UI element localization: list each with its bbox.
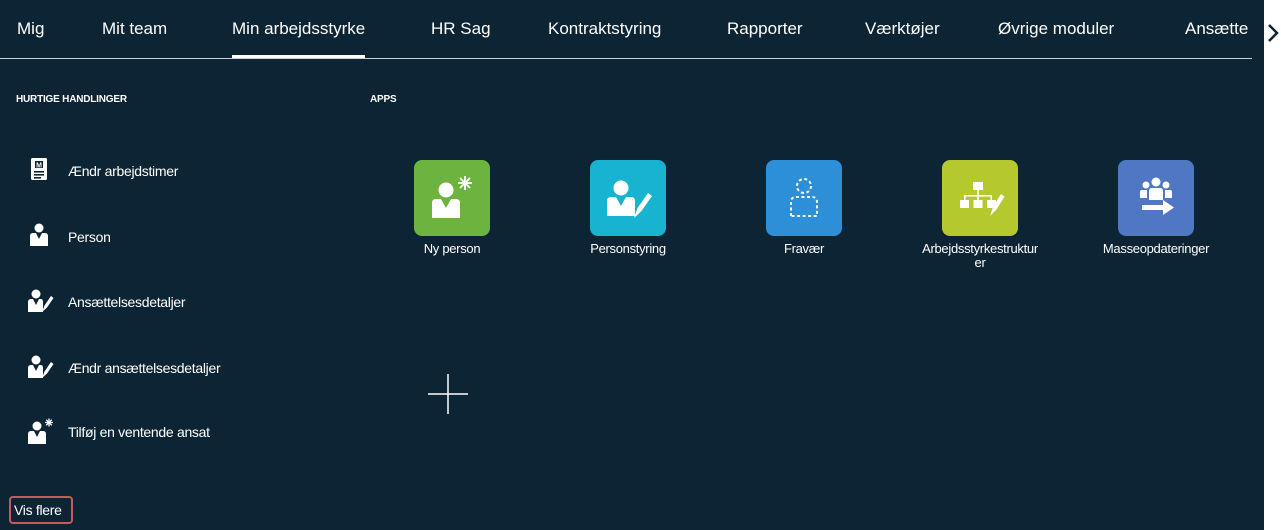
add-app-button[interactable] [428,374,468,414]
person-asterisk-icon [28,418,54,446]
app-label: Masseopdateringer [1102,241,1210,256]
tab-hr-sag[interactable]: HR Sag [431,19,491,39]
tab-ansaette[interactable]: Ansætte [1185,19,1252,39]
side-strip [1264,0,1281,530]
quick-action-change-working-hours[interactable]: M Ændr arbejdstimer [28,157,258,187]
person-edit-icon [28,354,54,382]
quick-action-label: Tilføj en ventende ansat [68,424,210,440]
badge-person-icon: M [28,157,54,185]
svg-text:M: M [36,163,42,170]
plus-icon [428,374,468,418]
app-label: Arbejdsstyrkestrukturer [922,241,1038,270]
apps-title: APPS [370,94,397,105]
chevron-right-icon [1266,24,1280,48]
app-person-management[interactable]: Personstyring [568,160,688,256]
top-navigation: Mig Mit team Min arbejdsstyrke HR Sag Ko… [0,0,1252,59]
nav-next-button[interactable] [1266,22,1280,44]
quick-action-label: Ændr ansættelsesdetaljer [68,360,221,376]
app-label: Fravær [783,241,825,256]
quick-actions-title: HURTIGE HANDLINGER [16,94,127,105]
person-icon [28,223,54,251]
tab-kontraktstyring[interactable]: Kontraktstyring [548,19,661,39]
quick-action-add-pending-worker[interactable]: Tilføj en ventende ansat [28,418,258,448]
quick-action-label: Ansættelsesdetaljer [68,294,186,310]
show-more-button[interactable]: Vis flere [9,496,73,524]
quick-action-label: Ændr arbejdstimer [68,163,179,179]
quick-action-person[interactable]: Person [28,223,258,253]
absence-icon [766,160,842,236]
new-person-icon [414,160,490,236]
person-management-icon [590,160,666,236]
person-edit-icon [28,288,54,316]
quick-action-change-employment-details[interactable]: Ændr ansættelsesdetaljer [28,354,258,384]
mass-updates-icon [1118,160,1194,236]
tab-mig[interactable]: Mig [17,19,44,39]
page: Mig Mit team Min arbejdsstyrke HR Sag Ko… [0,0,1264,530]
app-new-person[interactable]: Ny person [392,160,512,256]
tab-min-arbejdsstyrke[interactable]: Min arbejdsstyrke [232,19,366,58]
quick-action-label: Person [68,229,111,245]
app-label: Ny person [423,241,481,256]
app-absence[interactable]: Fravær [744,160,864,256]
app-workforce-structures[interactable]: Arbejdsstyrkestrukturer [920,160,1040,270]
quick-action-employment-details[interactable]: Ansættelsesdetaljer [28,288,258,318]
app-mass-updates[interactable]: Masseopdateringer [1096,160,1216,256]
tab-vaerktojer[interactable]: Værktøjer [865,19,940,39]
tab-rapporter[interactable]: Rapporter [727,19,803,39]
app-label: Personstyring [590,241,666,256]
tab-mit-team[interactable]: Mit team [102,19,167,39]
tab-ovrige-moduler[interactable]: Øvrige moduler [998,19,1114,39]
workforce-structures-icon [942,160,1018,236]
